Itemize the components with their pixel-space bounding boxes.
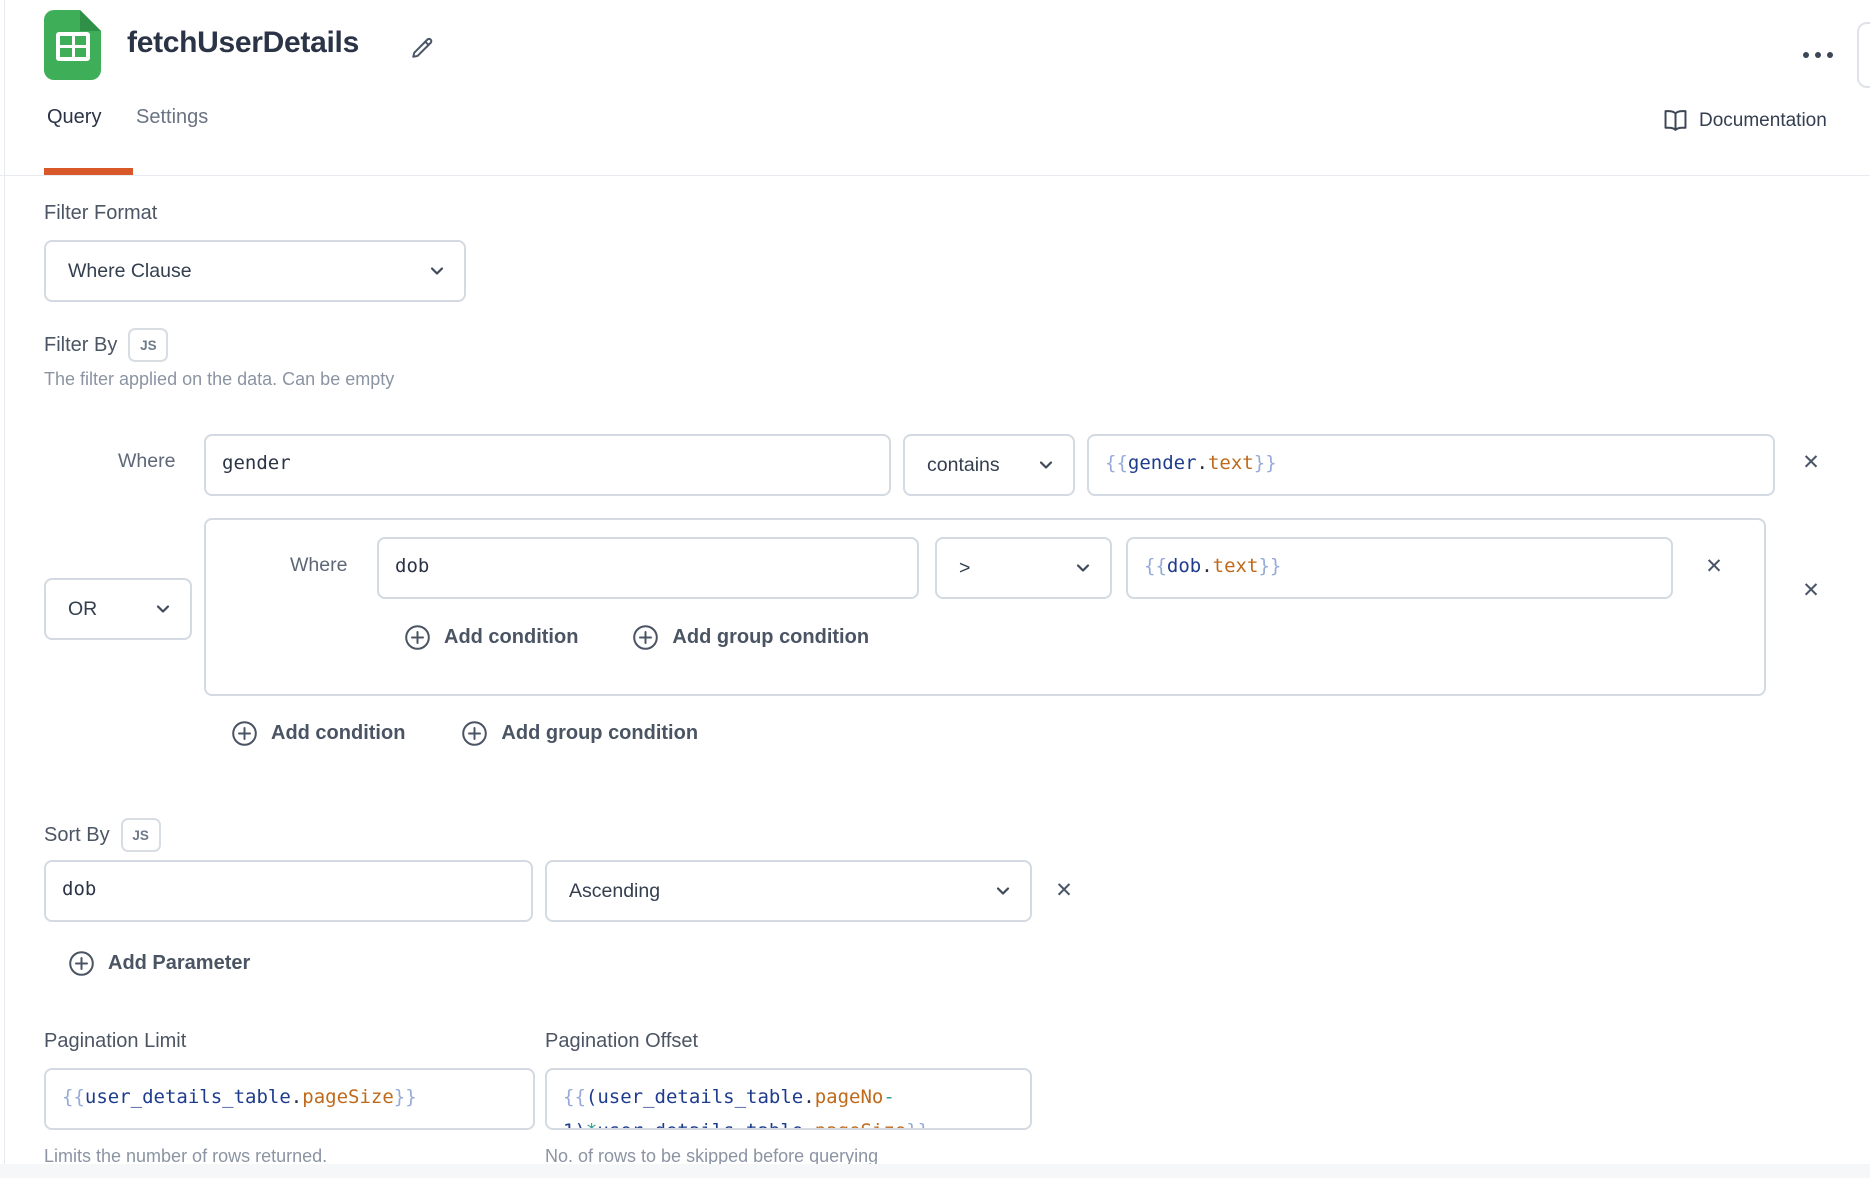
condition-value-input[interactable]: {{gender.text}} xyxy=(1087,434,1775,496)
more-menu-button[interactable] xyxy=(1792,40,1844,70)
add-condition-button[interactable]: Add condition xyxy=(231,720,405,747)
group-add-group-condition-label: Add group condition xyxy=(672,626,869,649)
remove-sort-button[interactable]: ✕ xyxy=(1048,874,1080,906)
add-condition-label: Add condition xyxy=(271,722,405,745)
js-toggle-badge[interactable]: JS xyxy=(121,818,161,852)
panel-left-border xyxy=(4,0,5,1178)
tab-settings[interactable]: Settings xyxy=(136,106,208,129)
group-add-buttons: Add condition Add group condition xyxy=(404,624,869,651)
js-toggle-badge[interactable]: JS xyxy=(128,328,168,362)
filter-format-label: Filter Format xyxy=(44,202,157,225)
right-edge-button[interactable] xyxy=(1857,22,1870,88)
add-parameter-button[interactable]: Add Parameter xyxy=(68,950,250,977)
add-group-condition-label: Add group condition xyxy=(501,722,698,745)
plus-circle-icon xyxy=(68,950,95,977)
remove-condition-button[interactable]: ✕ xyxy=(1795,446,1827,478)
where-label: Where xyxy=(118,450,175,473)
remove-group-button[interactable]: ✕ xyxy=(1795,574,1827,606)
group-condition-operator-value: > xyxy=(959,557,970,580)
add-parameter-label: Add Parameter xyxy=(108,952,250,975)
sort-by-header: Sort By JS xyxy=(44,818,161,852)
filter-add-buttons: Add condition Add group condition xyxy=(231,720,698,747)
query-name-title: fetchUserDetails xyxy=(127,26,359,60)
chevron-down-icon xyxy=(426,260,448,282)
close-icon: ✕ xyxy=(1802,450,1820,475)
chevron-down-icon xyxy=(1035,454,1057,476)
group-condition-field-input[interactable]: dob xyxy=(377,537,919,599)
close-icon: ✕ xyxy=(1055,878,1073,903)
bottom-strip xyxy=(0,1164,1870,1178)
filter-by-header: Filter By JS xyxy=(44,328,168,362)
documentation-label: Documentation xyxy=(1699,110,1827,132)
plus-circle-icon xyxy=(404,624,431,651)
condition-group-box: Where dob > {{dob.text}} ✕ Add condition xyxy=(204,518,1766,696)
plus-circle-icon xyxy=(461,720,488,747)
chevron-down-icon xyxy=(152,598,174,620)
pagination-limit-input[interactable]: {{user_details_table.pageSize}} xyxy=(44,1068,535,1130)
sort-field-input[interactable]: dob xyxy=(44,860,533,922)
add-group-condition-button[interactable]: Add group condition xyxy=(461,720,698,747)
filter-by-label: Filter By xyxy=(44,334,117,357)
documentation-link[interactable]: Documentation xyxy=(1662,108,1827,133)
query-editor-panel: fetchUserDetails Query Settings Document… xyxy=(0,0,1870,1178)
chevron-down-icon xyxy=(1072,557,1094,579)
where-label: Where xyxy=(290,554,347,577)
offset-code-line-1: {{(user_details_table.pageNo- xyxy=(563,1080,1014,1114)
filter-format-value: Where Clause xyxy=(68,260,192,283)
close-icon: ✕ xyxy=(1705,554,1723,579)
remove-group-condition-button[interactable]: ✕ xyxy=(1698,550,1730,582)
offset-code-line-2: 1)*user_details_table.pageSize}} xyxy=(563,1114,1014,1130)
google-sheets-icon xyxy=(44,10,101,80)
edit-pencil-icon[interactable] xyxy=(408,34,436,62)
condition-operator-select[interactable]: contains xyxy=(903,434,1075,496)
condition-field-input[interactable]: gender xyxy=(204,434,891,496)
tab-query[interactable]: Query xyxy=(47,106,101,129)
group-add-condition-button[interactable]: Add condition xyxy=(404,624,578,651)
group-add-condition-label: Add condition xyxy=(444,626,578,649)
sort-by-label: Sort By xyxy=(44,824,110,847)
plus-circle-icon xyxy=(632,624,659,651)
book-icon xyxy=(1662,108,1689,133)
group-condition-operator-select[interactable]: > xyxy=(935,537,1112,599)
pagination-offset-label: Pagination Offset xyxy=(545,1030,698,1053)
chevron-down-icon xyxy=(992,880,1014,902)
tabs-divider xyxy=(0,175,1870,176)
sort-order-value: Ascending xyxy=(569,880,660,903)
plus-circle-icon xyxy=(231,720,258,747)
group-add-group-condition-button[interactable]: Add group condition xyxy=(632,624,869,651)
pagination-offset-input[interactable]: {{(user_details_table.pageNo- 1)*user_de… xyxy=(545,1068,1032,1130)
group-condition-value-input[interactable]: {{dob.text}} xyxy=(1126,537,1673,599)
filter-format-select[interactable]: Where Clause xyxy=(44,240,466,302)
condition-operator-value: contains xyxy=(927,454,1000,477)
sort-order-select[interactable]: Ascending xyxy=(545,860,1032,922)
pagination-limit-label: Pagination Limit xyxy=(44,1030,186,1053)
join-operator-select[interactable]: OR xyxy=(44,578,192,640)
join-operator-value: OR xyxy=(68,598,97,621)
filter-by-helper: The filter applied on the data. Can be e… xyxy=(44,369,394,390)
close-icon: ✕ xyxy=(1802,578,1820,603)
